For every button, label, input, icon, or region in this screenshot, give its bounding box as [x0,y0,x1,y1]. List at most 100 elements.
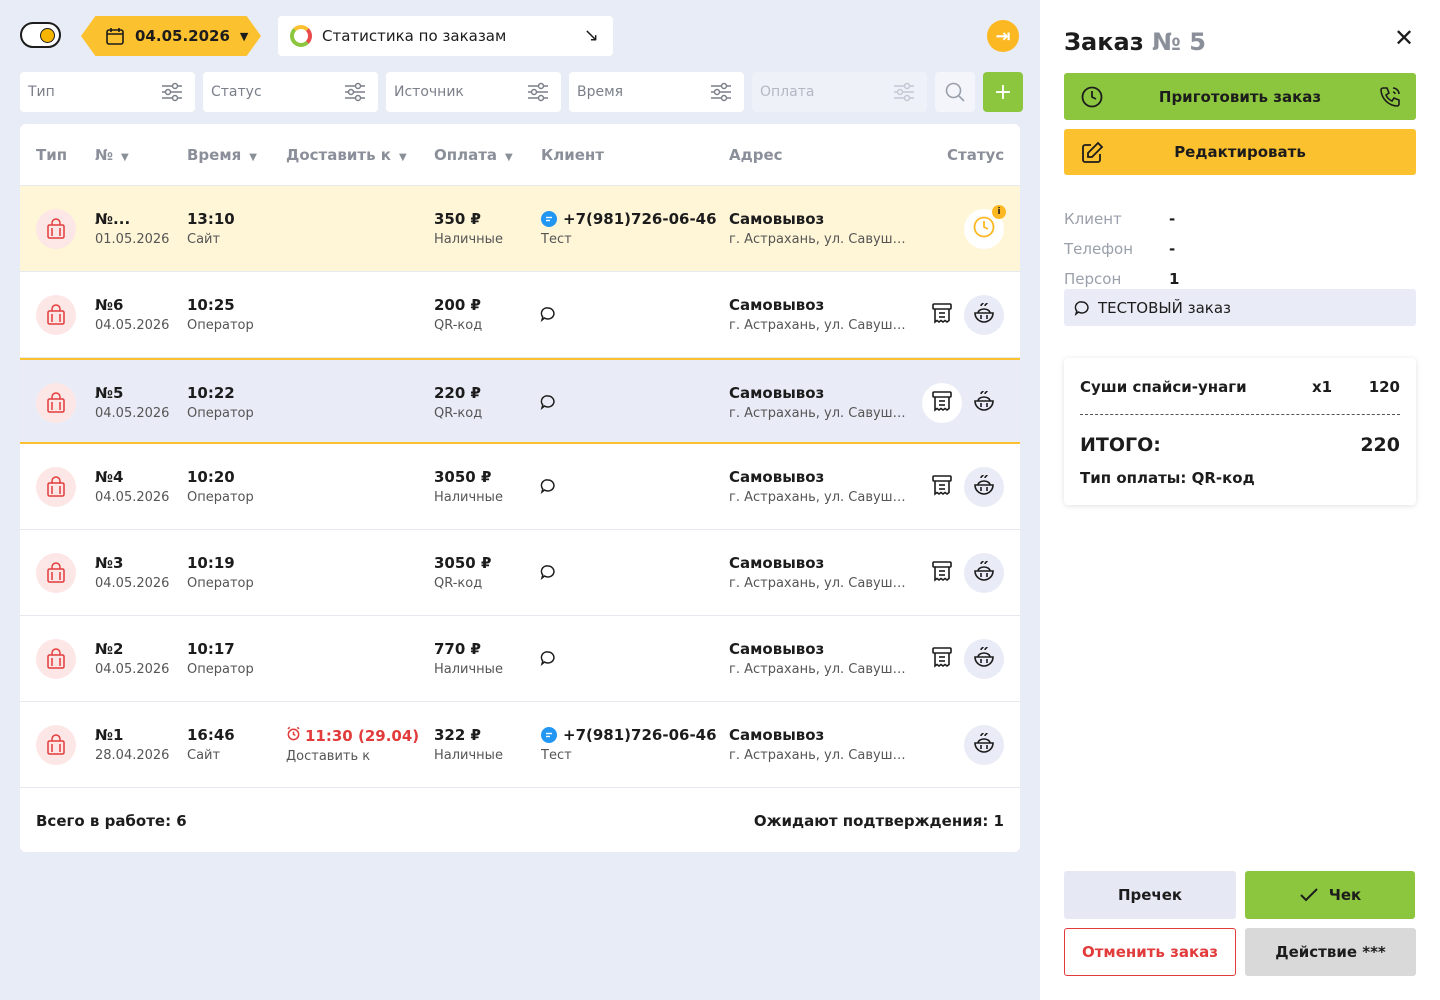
check-label: Чек [1328,886,1362,904]
sliders-icon [162,82,182,102]
table-row[interactable]: №1 28.04.2026 16:46 Сайт 11:30 (29.04) Достав… [20,702,1020,788]
order-date: 28.04.2026 [95,748,170,763]
check-button[interactable]: Чек [1245,871,1415,919]
precheck-label: Пречек [1117,886,1183,904]
comment-icon[interactable] [540,394,556,414]
cook-order-label: Приготовить заказ [1158,87,1322,106]
table-row[interactable]: №5 04.05.2026 10:22 Оператор 220 ₽ QR-код Само… [20,358,1020,444]
address-cell: Самовывоз г. Астрахань, ул. Савушкина [729,726,909,763]
status-receipt[interactable] [922,295,962,335]
order-time-cell: 13:10 Сайт [187,210,235,247]
order-number: №2 [95,640,124,658]
table-row[interactable]: №... 01.05.2026 13:10 Сайт 350 ₽ Наличные +7(9… [20,186,1020,272]
order-time: 16:46 [187,726,235,744]
search-button[interactable] [935,72,975,112]
cook-order-button[interactable]: Приготовить заказ [1064,73,1416,120]
col-time[interactable]: Время ▼ [187,146,257,164]
toggle-knob [40,28,55,43]
deliver-label: Доставить к [286,749,371,764]
order-time-cell: 10:25 Оператор [187,296,254,333]
order-time: 10:19 [187,554,235,572]
exit-icon: ⇥ [995,25,1011,47]
client-phone[interactable]: +7(981)726-06-46 [563,726,717,744]
order-receipt: Суши спайси-унаги x1 120 ИТОГО: 220 Тип … [1064,358,1416,505]
pay-type: Тип оплаты: QR-код [1080,469,1255,487]
edit-order-button[interactable]: Редактировать [1064,129,1416,175]
order-source: Оператор [187,318,254,333]
comment-icon[interactable] [540,564,556,584]
order-source: Оператор [187,662,254,677]
filter-status[interactable]: Статус [203,72,378,112]
order-time: 10:20 [187,468,235,486]
order-number: № 5 [1152,28,1206,56]
order-date: 04.05.2026 [95,490,170,505]
status-cooking[interactable] [964,639,1004,679]
order-date: 04.05.2026 [95,406,170,421]
table-row[interactable]: №3 04.05.2026 10:19 Оператор 3050 ₽ QR-код Сам… [20,530,1020,616]
address-title: Самовывоз [729,640,825,658]
comment-icon[interactable] [540,478,556,498]
logout-button[interactable]: ⇥ [987,20,1019,52]
col-payment[interactable]: Оплата ▼ [434,146,513,164]
receipt-icon [930,473,954,501]
edit-order-label: Редактировать [1174,143,1306,161]
order-time: 13:10 [187,210,235,228]
order-number: №1 [95,726,124,744]
close-icon[interactable]: ✕ [1394,24,1414,52]
client-value: - [1169,210,1176,228]
table-row[interactable]: №6 04.05.2026 10:25 Оператор 200 ₽ QR-код Само… [20,272,1020,358]
persons-label: Персон [1064,270,1122,288]
status-cooking[interactable] [964,467,1004,507]
payment-method: Наличные [434,748,503,763]
status-receipt[interactable] [922,467,962,507]
comment-icon[interactable] [540,306,556,326]
order-number: №5 [95,384,124,402]
cancel-order-button[interactable]: Отменить заказ [1064,928,1236,976]
precheck-button[interactable]: Пречек [1064,871,1236,919]
sort-icon: ▼ [249,152,257,163]
status-pending[interactable]: i [964,205,1006,249]
col-num[interactable]: № ▼ [95,146,129,164]
dish-icon [972,389,996,417]
status-cooking[interactable] [964,295,1004,335]
client-phone[interactable]: +7(981)726-06-46 [563,210,717,228]
order-number-cell: №6 04.05.2026 [95,296,169,333]
client-cell: +7(981)726-06-46 Тест [541,726,717,763]
filter-type-label: Тип [28,84,55,100]
phone-value: - [1169,240,1176,258]
date-picker[interactable]: 04.05.2026 ▼ [81,16,261,56]
order-title-label: Заказ [1064,28,1144,56]
status-cooking[interactable] [964,383,1004,423]
clock-icon [1081,86,1103,108]
address-title: Самовывоз [729,726,825,744]
dish-icon [972,731,996,759]
order-number-cell: №3 04.05.2026 [95,554,169,591]
table-row[interactable]: №4 04.05.2026 10:20 Оператор 3050 ₽ Наличные С… [20,444,1020,530]
chat-bubble-icon [541,727,557,743]
receipt-icon [930,301,954,329]
address-detail: г. Астрахань, ул. Савушкина [729,318,909,333]
comment-icon [1074,300,1089,316]
col-type[interactable]: Тип [36,146,67,164]
client-label: Клиент [1064,210,1122,228]
mode-toggle[interactable] [20,22,61,48]
status-cooking[interactable] [964,553,1004,593]
status-receipt[interactable] [922,639,962,679]
filter-type[interactable]: Тип [20,72,195,112]
sort-icon: ▼ [398,152,407,163]
calendar-icon [106,28,124,45]
add-order-button[interactable]: + [983,72,1023,112]
address-title: Самовывоз [729,384,825,402]
col-deliver[interactable]: Доставить к ▼ [286,146,407,164]
filter-source[interactable]: Источник [386,72,561,112]
filter-payment-label: Оплата [760,84,815,100]
status-receipt[interactable] [922,553,962,593]
address-cell: Самовывоз г. Астрахань, ул. Савушкина [729,554,909,591]
filter-time[interactable]: Время [569,72,744,112]
status-receipt[interactable] [922,383,962,423]
table-row[interactable]: №2 04.05.2026 10:17 Оператор 770 ₽ Наличные Са… [20,616,1020,702]
comment-icon[interactable] [540,650,556,670]
action-button[interactable]: Действие *** [1245,928,1416,976]
status-cooking[interactable] [964,725,1004,765]
order-stats-button[interactable]: Статистика по заказам ↘ [278,16,613,56]
